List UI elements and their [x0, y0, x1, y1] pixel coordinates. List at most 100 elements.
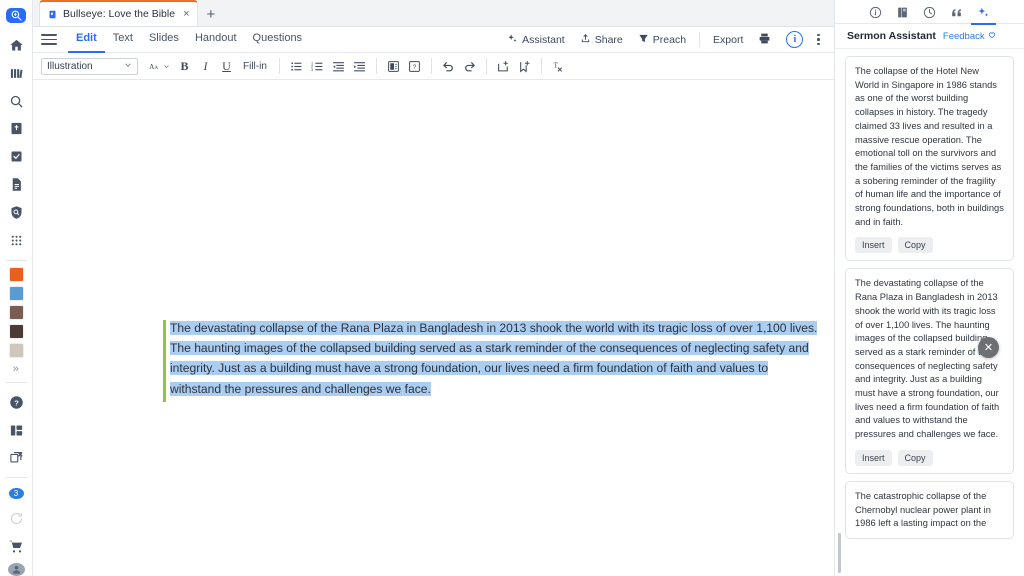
panel-header: Sermon Assistant Feedback — [835, 24, 1024, 49]
share-button-label: Share — [595, 34, 623, 46]
rail-more-books[interactable]: » — [13, 363, 20, 375]
rail-item-help[interactable]: ? — [3, 392, 29, 412]
rail-item-close-all[interactable] — [3, 448, 29, 468]
menu-item-slides[interactable]: Slides — [141, 27, 187, 53]
print-button[interactable] — [751, 29, 778, 51]
undo-button[interactable] — [439, 57, 458, 76]
rail-item-documents[interactable] — [3, 175, 29, 195]
rail-item-layout[interactable] — [3, 420, 29, 440]
fill-in-button[interactable]: Fill-in — [238, 57, 272, 76]
assistant-button[interactable]: Assistant — [500, 30, 572, 50]
bold-button[interactable]: B — [175, 57, 194, 76]
sermon-assistant-panel: Sermon Assistant Feedback The collapse o… — [834, 0, 1024, 576]
paragraph-style-select[interactable]: Illustration — [41, 58, 138, 75]
bookmark-button[interactable] — [515, 57, 534, 76]
toolbar-divider — [279, 58, 280, 74]
underline-button[interactable]: U — [217, 57, 236, 76]
rail-book-thumbnail[interactable] — [10, 287, 23, 300]
main-area: Bullseye: Love the Bible × + Edit Text S… — [33, 0, 834, 576]
insert-button[interactable]: Insert — [855, 237, 892, 253]
notifications-badge[interactable]: 3 — [9, 488, 24, 499]
rail-item-tools[interactable] — [3, 231, 29, 251]
document-tab-bullseye[interactable]: Bullseye: Love the Bible × — [39, 0, 198, 26]
document-tab-label: Bullseye: Love the Bible — [63, 8, 175, 20]
rail-item-guides[interactable] — [3, 203, 29, 223]
rail-book-thumbnail[interactable] — [10, 344, 23, 357]
heart-icon — [988, 31, 996, 42]
insert-button[interactable]: Insert — [855, 450, 892, 466]
copy-button[interactable]: Copy — [898, 450, 933, 466]
bullet-list-button[interactable] — [287, 57, 306, 76]
svg-text:3: 3 — [311, 67, 313, 71]
text-box-button[interactable] — [384, 57, 403, 76]
copy-button[interactable]: Copy — [898, 237, 933, 253]
document-info-button[interactable]: i — [779, 28, 810, 51]
svg-text:T: T — [553, 61, 558, 69]
svg-text:A: A — [155, 66, 159, 71]
font-size-button[interactable]: AA — [146, 57, 173, 76]
decrease-indent-button[interactable] — [329, 57, 348, 76]
suggestion-actions: Insert Copy — [855, 450, 1004, 466]
suggestions-list[interactable]: The collapse of the Hotel New World in S… — [835, 49, 1024, 576]
rail-book-thumbnail[interactable] — [10, 306, 23, 319]
suggestion-text: The collapse of the Hotel New World in S… — [855, 65, 1004, 229]
left-navigation-rail: » ? 3 — [0, 0, 33, 576]
menu-item-questions[interactable]: Questions — [245, 27, 311, 53]
printer-icon — [758, 32, 771, 48]
selected-text-line: The haunting images of the collapsed bui… — [170, 341, 809, 355]
preach-button[interactable]: Preach — [631, 30, 693, 50]
close-tab-icon[interactable]: × — [183, 9, 189, 20]
menu-item-handout[interactable]: Handout — [187, 27, 245, 53]
rail-item-store[interactable] — [3, 536, 29, 556]
document-content[interactable]: The devastating collapse of the Rana Pla… — [163, 318, 834, 399]
italic-button[interactable]: I — [196, 57, 215, 76]
new-tab-button[interactable]: + — [198, 6, 225, 26]
rail-book-thumbnail[interactable] — [10, 325, 23, 338]
document-canvas[interactable]: The devastating collapse of the Rana Pla… — [33, 80, 834, 576]
document-paragraph[interactable]: The devastating collapse of the Rana Pla… — [170, 318, 834, 399]
suggestion-card[interactable]: The collapse of the Hotel New World in S… — [845, 56, 1014, 261]
selected-text-line: integrity. Just as a building must have … — [170, 361, 768, 375]
feedback-link[interactable]: Feedback — [943, 31, 996, 42]
clear-formatting-button[interactable]: T — [549, 57, 569, 76]
placeholder-button[interactable]: ? — [405, 57, 424, 76]
share-upload-icon — [580, 33, 591, 47]
menu-item-edit[interactable]: Edit — [68, 27, 105, 53]
panel-scrollbar-thumb[interactable] — [838, 533, 841, 573]
menu-item-text[interactable]: Text — [105, 27, 141, 53]
menu-divider — [699, 32, 700, 47]
suggestion-text: The devastating collapse of the Rana Pla… — [855, 277, 1004, 441]
megaphone-icon — [638, 33, 649, 47]
more-options-icon[interactable] — [811, 31, 826, 49]
suggestion-card[interactable]: The catastrophic collapse of the Chernob… — [845, 481, 1014, 539]
user-avatar[interactable] — [8, 563, 25, 576]
numbered-list-button[interactable]: 123 — [308, 57, 327, 76]
panel-tab-history[interactable] — [917, 2, 942, 25]
insert-slide-button[interactable] — [494, 57, 513, 76]
chevron-down-icon — [124, 61, 132, 71]
rail-item-search[interactable] — [3, 91, 29, 111]
panel-tab-assistant[interactable] — [971, 2, 996, 25]
redo-button[interactable] — [460, 57, 479, 76]
panel-tab-library[interactable] — [890, 2, 915, 25]
rail-book-thumbnail[interactable] — [10, 268, 23, 281]
panel-tab-info[interactable] — [863, 2, 888, 25]
share-button[interactable]: Share — [573, 30, 630, 50]
suggestion-text: The catastrophic collapse of the Chernob… — [855, 490, 1004, 531]
increase-indent-button[interactable] — [350, 57, 369, 76]
suggestion-card[interactable]: The devastating collapse of the Rana Pla… — [845, 268, 1014, 473]
preach-button-label: Preach — [653, 34, 686, 46]
rail-item-sync[interactable] — [3, 508, 29, 528]
dismiss-suggestion-button[interactable]: ✕ — [978, 337, 999, 358]
app-logo-icon[interactable] — [6, 8, 26, 23]
rail-item-library[interactable] — [3, 63, 29, 83]
menu-bar-actions: Assistant Share Preach Export — [500, 28, 826, 51]
panel-tab-quotes[interactable] — [944, 2, 969, 25]
toolbar-divider — [431, 58, 432, 74]
export-button[interactable]: Export — [706, 31, 750, 49]
rail-item-reading-plans[interactable] — [3, 147, 29, 167]
rail-item-bible[interactable] — [3, 119, 29, 139]
rail-divider — [6, 477, 27, 478]
hamburger-menu-icon[interactable] — [41, 34, 57, 45]
rail-item-home[interactable] — [3, 35, 29, 55]
